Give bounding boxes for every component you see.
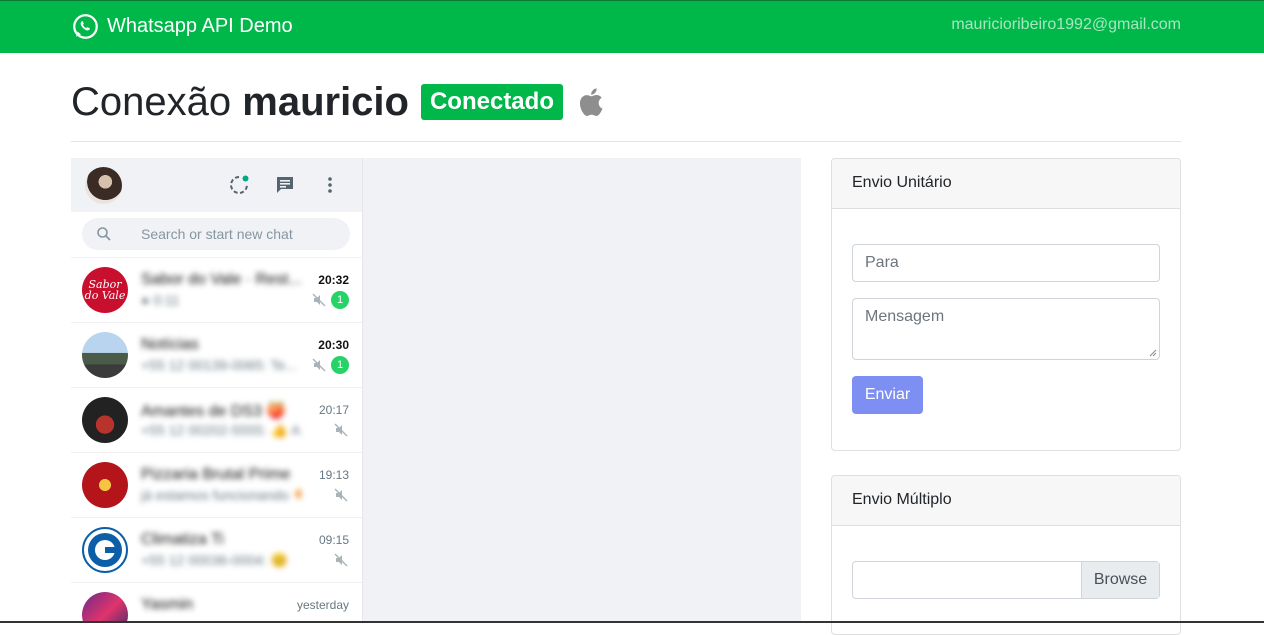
chat-name: Amantes de DS3 🍑 bbox=[141, 403, 287, 420]
whatsapp-icon bbox=[73, 13, 98, 39]
chat-name: Notícias bbox=[141, 336, 199, 353]
chat-preview: +55 12 00036-0004: 😊 bbox=[141, 552, 289, 568]
user-email[interactable]: mauricioribeiro1992@gmail.com bbox=[951, 16, 1181, 34]
multi-send-card: Envio Múltiplo Browse bbox=[831, 475, 1181, 635]
avatar bbox=[82, 592, 128, 623]
connection-name: mauricio bbox=[242, 80, 409, 124]
resize-handle-icon[interactable] bbox=[1149, 349, 1157, 357]
brand-title: Whatsapp API Demo bbox=[107, 14, 293, 37]
brand-link[interactable]: Whatsapp API Demo bbox=[72, 12, 293, 40]
muted-icon bbox=[312, 293, 326, 307]
avatar[interactable] bbox=[85, 167, 122, 204]
list-item[interactable]: Yasmin yesterday bbox=[71, 583, 362, 623]
card-title: Envio Múltiplo bbox=[832, 476, 1180, 526]
browse-button[interactable]: Browse bbox=[1081, 562, 1159, 598]
chat-time: 19:13 bbox=[318, 468, 349, 482]
status-badge: Conectado bbox=[420, 84, 563, 120]
chat-preview: ● 0:11 bbox=[141, 292, 180, 308]
list-item[interactable]: Climatiza Ti +55 12 00036-0004: 😊 09:15 bbox=[71, 518, 362, 583]
whatsapp-web-panel: Search or start new chat Sabor do Vale Sa… bbox=[71, 158, 801, 623]
avatar bbox=[82, 462, 128, 508]
avatar bbox=[82, 332, 128, 378]
card-title: Envio Unitário bbox=[832, 159, 1180, 209]
page-title-row: Conexão mauricio Conectado bbox=[71, 78, 604, 126]
chat-preview: já estamos funcionando 🍕 bbox=[141, 487, 301, 503]
chat-time: 20:32 bbox=[318, 273, 349, 287]
muted-icon bbox=[334, 553, 348, 567]
chat-search-bar: Search or start new chat bbox=[71, 212, 362, 258]
file-input[interactable]: Browse bbox=[852, 561, 1160, 599]
list-item[interactable]: Sabor do Vale Sabor do Vale · Rest... ● 0… bbox=[71, 258, 362, 323]
recipient-placeholder: Para bbox=[865, 254, 899, 271]
chat-name: Yasmin bbox=[141, 596, 194, 613]
chat-name: Sabor do Vale · Rest... bbox=[141, 271, 301, 288]
new-chat-icon[interactable] bbox=[273, 173, 297, 197]
avatar: Sabor do Vale bbox=[82, 267, 128, 313]
title-prefix: Conexão bbox=[71, 80, 232, 124]
sidebar-header bbox=[71, 158, 362, 212]
avatar bbox=[82, 397, 128, 443]
chat-time: 20:30 bbox=[318, 338, 349, 352]
top-navbar: Whatsapp API Demo mauricioribeiro1992@gm… bbox=[0, 0, 1264, 53]
chat-sidebar: Search or start new chat Sabor do Vale Sa… bbox=[71, 158, 363, 623]
message-field[interactable]: Mensagem bbox=[852, 298, 1160, 360]
search-icon bbox=[97, 227, 111, 241]
menu-icon[interactable] bbox=[318, 173, 342, 197]
chat-search-input[interactable]: Search or start new chat bbox=[82, 218, 350, 250]
message-placeholder: Mensagem bbox=[865, 308, 945, 325]
list-item[interactable]: Amantes de DS3 🍑 +55 12 00202-5555: 👍 Ag… bbox=[71, 388, 362, 453]
search-placeholder: Search or start new chat bbox=[141, 226, 293, 242]
muted-icon bbox=[334, 488, 348, 502]
chat-name: Pizzaria Brutal Prime bbox=[141, 466, 291, 483]
chat-list: Sabor do Vale Sabor do Vale · Rest... ● 0… bbox=[71, 258, 362, 623]
chat-time: 09:15 bbox=[318, 533, 349, 547]
avatar bbox=[82, 527, 128, 573]
muted-icon bbox=[312, 358, 326, 372]
chat-preview: +55 12 00202-5555: 👍 Ag bbox=[141, 422, 301, 438]
single-send-card: Envio Unitário Para Mensagem Enviar bbox=[831, 158, 1181, 451]
page-title: Conexão mauricio bbox=[71, 78, 409, 126]
list-item[interactable]: Notícias +55 12 00139-0065: Te... 20:30 … bbox=[71, 323, 362, 388]
send-button[interactable]: Enviar bbox=[852, 376, 923, 414]
unread-badge: 1 bbox=[331, 291, 349, 309]
chat-time: 20:17 bbox=[318, 403, 349, 417]
chat-time: yesterday bbox=[296, 598, 349, 612]
muted-icon bbox=[334, 423, 348, 437]
status-icon[interactable] bbox=[227, 173, 251, 197]
apple-icon bbox=[579, 88, 603, 116]
recipient-field[interactable]: Para bbox=[852, 244, 1160, 282]
divider bbox=[71, 141, 1181, 142]
list-item[interactable]: Pizzaria Brutal Prime já estamos funcion… bbox=[71, 453, 362, 518]
chat-name: Climatiza Ti bbox=[141, 531, 224, 548]
chat-preview: +55 12 00139-0065: Te... bbox=[141, 357, 297, 373]
unread-badge: 1 bbox=[331, 356, 349, 374]
company-logo-icon bbox=[88, 533, 122, 567]
